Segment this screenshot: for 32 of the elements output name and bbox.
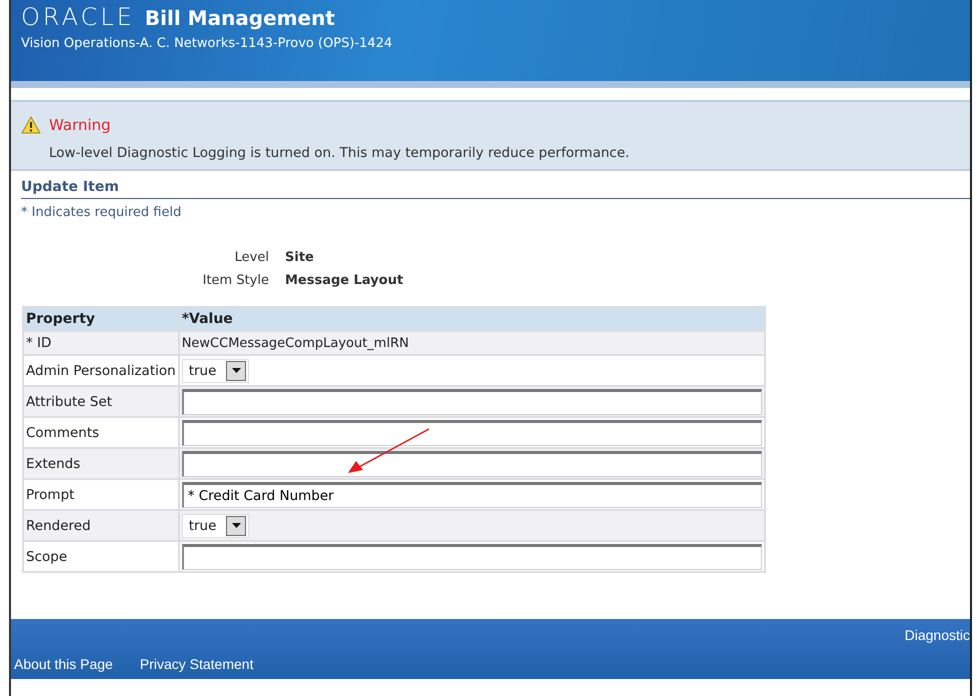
info-value: Site xyxy=(285,249,315,268)
info-label: Item Style xyxy=(202,272,269,290)
text-input-field[interactable] xyxy=(182,544,762,570)
text-input-field[interactable] xyxy=(182,450,762,477)
caret-icon xyxy=(232,368,241,374)
required-field-note: * Indicates required field xyxy=(21,204,182,222)
logo-text: ORACLE xyxy=(21,4,135,30)
property-cell: Scope xyxy=(23,541,179,572)
dropdown-field[interactable]: true xyxy=(182,514,250,538)
text-input-field[interactable] xyxy=(182,388,762,415)
dropdown-field[interactable]: true xyxy=(182,358,250,383)
info-value: Message Layout xyxy=(285,272,404,290)
diagnostics-link[interactable]: Diagnostic xyxy=(904,627,970,643)
property-cell: Extends xyxy=(23,448,179,480)
product-title: Bill Management xyxy=(144,8,335,28)
text-input-field[interactable]: * Credit Card Number xyxy=(182,482,762,508)
value-cell: NewCCMessageCompLayout_mlRN xyxy=(178,331,765,356)
organization-context: Vision Operations-A. C. Networks-1143-Provo (OPS)-1424 xyxy=(21,35,394,54)
text-input-field[interactable] xyxy=(182,420,762,446)
warning-title: Warning xyxy=(49,115,111,136)
column-header: *Value xyxy=(178,307,765,332)
warning-icon xyxy=(21,116,41,134)
warning-message: Low-level Diagnostic Logging is turned on. This may temporarily reduce performance. xyxy=(49,144,630,162)
info-label: Level xyxy=(234,249,269,268)
caret-icon xyxy=(232,523,241,528)
footer-link[interactable]: Privacy Statement xyxy=(140,654,254,675)
column-header: Property xyxy=(23,307,179,332)
property-cell: Rendered xyxy=(23,510,179,542)
property-cell: * ID xyxy=(23,331,179,356)
property-cell: Attribute Set xyxy=(23,386,179,418)
section-title: Update Item xyxy=(21,176,970,199)
footer-link[interactable]: About this Page xyxy=(14,654,113,675)
